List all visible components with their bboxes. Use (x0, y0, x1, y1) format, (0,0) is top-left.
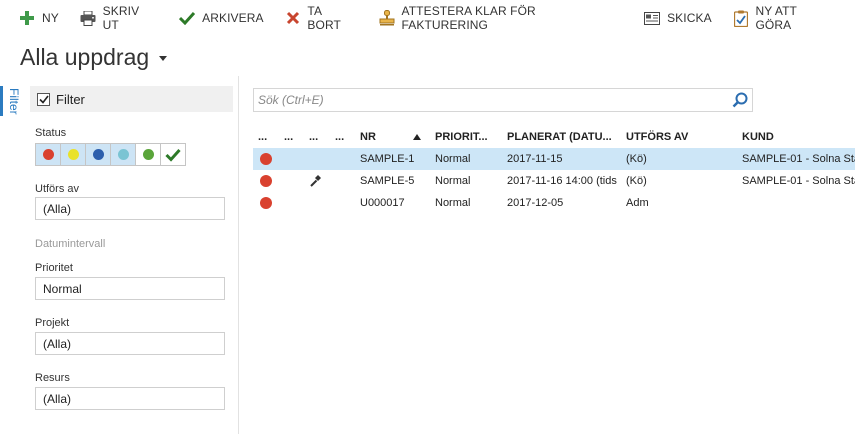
table-row[interactable]: SAMPLE-1 Normal 2017-11-15 (Kö) SAMPLE-0… (253, 148, 855, 170)
date-interval-label: Datumintervall (35, 238, 106, 250)
status-yellow-dot (67, 149, 79, 160)
cell-customer: SAMPLE-01 - Solna Stad (742, 153, 855, 165)
cell-nr: SAMPLE-5 (360, 175, 415, 187)
attest-button-label: ATTESTERA KLAR FÖR FAKTURERING (401, 4, 536, 32)
cell-performed-by: (Kö) (626, 153, 647, 165)
close-icon (284, 9, 302, 27)
cell-priority: Normal (435, 197, 471, 209)
send-button-label: SKICKA (667, 11, 712, 25)
send-button[interactable]: SKICKA (643, 0, 712, 36)
filter-header-label: Filter (56, 91, 85, 107)
filter-panel: Filter Status Utförs av (Alla) Datuminte… (30, 86, 233, 434)
status-blue-button[interactable] (85, 143, 111, 166)
print-button-label: SKRIV UT (102, 4, 140, 32)
new-todo-button-label: NY ATT GÖRA (755, 4, 797, 32)
status-dot-icon (260, 175, 272, 187)
checkmark-icon (38, 95, 49, 104)
cell-customer: SAMPLE-01 - Solna Stad (742, 175, 855, 187)
clipboard-icon (732, 9, 750, 27)
send-icon (643, 9, 661, 27)
grid-header: ... ... ... ... NR PRIORIT... PLANERAT (… (253, 126, 855, 148)
sort-ascending-icon (413, 134, 421, 140)
assignments-grid: ... ... ... ... NR PRIORIT... PLANERAT (… (253, 126, 855, 214)
status-light-blue-dot (117, 149, 129, 160)
column-header-status[interactable]: ... (258, 131, 267, 143)
new-button[interactable]: NY (18, 0, 59, 36)
table-row[interactable]: U000017 Normal 2017-12-05 Adm (253, 192, 855, 214)
column-header-2[interactable]: ... (284, 131, 293, 143)
column-header-performed-by[interactable]: UTFÖRS AV (626, 131, 688, 143)
panel-divider (238, 76, 239, 434)
search-input[interactable] (254, 89, 728, 111)
status-yellow-button[interactable] (60, 143, 86, 166)
plus-icon (18, 9, 36, 27)
new-todo-button[interactable]: NY ATT GÖRA (732, 0, 835, 36)
column-header-3[interactable]: ... (309, 131, 318, 143)
search-box (253, 88, 753, 112)
status-filter (35, 143, 186, 166)
page-title: Alla uppdrag (20, 44, 150, 70)
status-green-button[interactable] (135, 143, 161, 166)
filter-checkbox[interactable] (37, 92, 50, 106)
status-label: Status (35, 127, 67, 139)
status-blue-dot (92, 149, 104, 160)
priority-field[interactable]: Normal (35, 277, 225, 300)
toolbar: NY SKRIV UT ARKIVERA TA BORT ATTESTERA K… (0, 0, 855, 36)
checkmark-icon (165, 148, 181, 162)
status-light-blue-button[interactable] (110, 143, 136, 166)
delete-button-label: TA BORT (307, 4, 341, 32)
filter-side-tab[interactable]: Filter (0, 86, 22, 116)
stamp-icon (378, 9, 396, 27)
cell-nr: U000017 (360, 197, 405, 209)
archive-button[interactable]: ARKIVERA (178, 0, 264, 36)
project-label: Projekt (35, 317, 70, 329)
print-button[interactable]: SKRIV UT (79, 0, 158, 36)
cell-planned: 2017-11-16 14:00 (tids (507, 175, 617, 187)
column-header-planned[interactable]: PLANERAT (DATU... (507, 131, 612, 143)
column-header-nr[interactable]: NR (360, 131, 376, 143)
cell-performed-by: Adm (626, 197, 649, 209)
new-button-label: NY (42, 11, 59, 25)
cell-performed-by: (Kö) (626, 175, 647, 187)
status-done-button[interactable] (160, 143, 186, 166)
attest-button[interactable]: ATTESTERA KLAR FÖR FAKTURERING (378, 0, 623, 36)
status-dot-icon (260, 153, 272, 165)
status-dot-icon (260, 197, 272, 209)
delete-button[interactable]: TA BORT (284, 0, 358, 36)
table-row[interactable]: SAMPLE-5 Normal 2017-11-16 14:00 (tids (… (253, 170, 855, 192)
filter-side-tab-label: Filter (7, 88, 21, 115)
status-red-button[interactable] (35, 143, 61, 166)
project-field[interactable]: (Alla) (35, 332, 225, 355)
cell-planned: 2017-11-15 (507, 153, 563, 165)
column-header-4[interactable]: ... (335, 131, 344, 143)
column-header-priority[interactable]: PRIORIT... (435, 131, 488, 143)
performed-by-label: Utförs av (35, 183, 80, 195)
chevron-down-icon (159, 56, 168, 61)
view-selector[interactable]: Alla uppdrag (20, 44, 168, 71)
cell-nr: SAMPLE-1 (360, 153, 415, 165)
wrench-icon (310, 175, 321, 187)
status-green-dot (142, 149, 154, 160)
cell-priority: Normal (435, 153, 471, 165)
resource-field[interactable]: (Alla) (35, 387, 225, 410)
archive-button-label: ARKIVERA (202, 11, 264, 25)
performed-by-field[interactable]: (Alla) (35, 197, 225, 220)
filter-tab-indicator (0, 86, 3, 116)
search-icon[interactable] (728, 89, 752, 111)
resource-label: Resurs (35, 372, 70, 384)
filter-header: Filter (30, 86, 233, 112)
cell-planned: 2017-12-05 (507, 197, 564, 209)
column-header-customer[interactable]: KUND (742, 131, 774, 143)
cell-priority: Normal (435, 175, 471, 187)
checkmark-icon (178, 9, 196, 27)
priority-label: Prioritet (35, 262, 73, 274)
status-red-dot (42, 149, 54, 160)
printer-icon (79, 9, 97, 27)
